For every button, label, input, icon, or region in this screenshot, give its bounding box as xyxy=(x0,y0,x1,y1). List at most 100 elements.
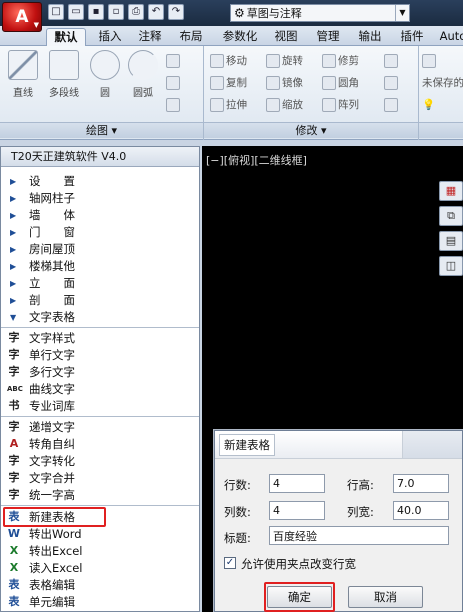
move-label: 移动 xyxy=(226,55,247,67)
mirror-button[interactable]: 镜像 xyxy=(266,74,303,92)
redo-icon[interactable]: ↷ xyxy=(168,4,184,20)
menu-item[interactable]: W 转出Word xyxy=(1,526,199,543)
layers-icon[interactable]: ⧉ xyxy=(439,206,463,226)
tab-view[interactable]: 视图 xyxy=(270,28,302,46)
tab-insert[interactable]: 插入 xyxy=(92,28,128,46)
item-label: 递增文字 xyxy=(29,420,75,434)
tab-annotate[interactable]: 注释 xyxy=(134,28,166,46)
menu-item[interactable]: 字单行文字 xyxy=(1,347,199,364)
viewport-controls[interactable]: [−][俯视][二维线框] xyxy=(206,152,307,168)
menu-item[interactable]: 字文字转化 xyxy=(1,453,199,470)
erase-button[interactable] xyxy=(384,52,400,70)
trim-button[interactable]: 修剪 xyxy=(322,52,359,70)
rotate-label: 旋转 xyxy=(282,55,303,67)
menu-category[interactable]: ▶ 房间屋顶 xyxy=(1,241,199,258)
layer-properties-button[interactable] xyxy=(422,52,438,70)
item-label: 文字合并 xyxy=(29,471,75,485)
saveas-icon[interactable]: ▫ xyxy=(108,4,124,20)
modify-panel-label[interactable]: 修改 ▾ xyxy=(204,122,418,138)
col-width-input[interactable] xyxy=(393,501,449,520)
dialog-header: 新建表格 xyxy=(215,431,462,459)
stretch-icon xyxy=(210,98,224,112)
tab-autodesk[interactable]: Auto xyxy=(438,28,463,46)
rows-input[interactable] xyxy=(269,474,325,493)
region-button[interactable] xyxy=(166,96,182,114)
circle-button[interactable]: 圆 xyxy=(88,50,122,99)
layer-icon xyxy=(422,54,436,68)
menu-category[interactable]: ▶ 门 窗 xyxy=(1,224,199,241)
curve-text-icon: ABC xyxy=(7,385,23,393)
stretch-button[interactable]: 拉伸 xyxy=(210,96,247,114)
draw-panel-label[interactable]: 绘图 ▾ xyxy=(0,122,203,138)
tab-output[interactable]: 输出 xyxy=(354,28,386,46)
layer-panel-label[interactable] xyxy=(419,122,463,138)
menu-item[interactable]: X 转出Excel xyxy=(1,543,199,560)
menu-item[interactable]: 书专业词库 xyxy=(1,398,199,415)
circle-label: 圆 xyxy=(100,88,110,99)
row-height-input[interactable] xyxy=(393,474,449,493)
cols-label: 列数: xyxy=(224,505,251,519)
rotate-icon xyxy=(266,54,280,68)
hatch-button[interactable] xyxy=(166,74,182,92)
menu-item[interactable]: A 转角自纠 xyxy=(1,436,199,453)
menu-item[interactable]: 字文字合并 xyxy=(1,470,199,487)
menu-category[interactable]: ▶ 楼梯其他 xyxy=(1,258,199,275)
menu-item[interactable]: ABC 曲线文字 xyxy=(1,381,199,398)
rotate-button[interactable]: 旋转 xyxy=(266,52,303,70)
array-button[interactable]: 阵列 xyxy=(322,96,359,114)
rectangle-button[interactable] xyxy=(166,52,182,70)
menu-category[interactable]: ▶ 墙 体 xyxy=(1,207,199,224)
menu-category[interactable]: ▶ 设 置 xyxy=(1,173,199,190)
cols-input[interactable] xyxy=(269,501,325,520)
copy-button[interactable]: 复制 xyxy=(210,74,247,92)
grid-icon[interactable]: ▦ xyxy=(439,181,463,201)
cancel-button[interactable]: 取消 xyxy=(348,586,423,608)
single-text-icon: 字 xyxy=(8,348,20,361)
chevron-down-icon: ▼ xyxy=(33,21,39,29)
polyline-button[interactable]: 多段线 xyxy=(44,50,84,99)
menu-category[interactable]: ▶ 剖 面 xyxy=(1,292,199,309)
explode-button[interactable] xyxy=(384,74,400,92)
polyline-label: 多段线 xyxy=(49,88,79,99)
workspace-selector[interactable]: ⚙ 草图与注释 ▼ xyxy=(230,4,410,22)
menu-item[interactable]: 字多行文字 xyxy=(1,364,199,381)
print-icon[interactable]: ⎙ xyxy=(128,4,144,20)
properties-icon[interactable]: ▤ xyxy=(439,231,463,251)
app-logo: A xyxy=(15,7,29,27)
menu-item[interactable]: 字递增文字 xyxy=(1,419,199,436)
undo-icon[interactable]: ↶ xyxy=(148,4,164,20)
polyline-icon xyxy=(49,50,79,80)
offset-button[interactable] xyxy=(384,96,400,114)
separator xyxy=(1,505,199,506)
line-icon xyxy=(8,50,38,80)
menu-item[interactable]: 字统一字高 xyxy=(1,487,199,504)
line-button[interactable]: 直线 xyxy=(6,50,40,99)
modify-panel-title: 修改 xyxy=(295,124,318,137)
tab-parametric[interactable]: 参数化 xyxy=(218,28,262,46)
fillet-button[interactable]: 圆角 xyxy=(322,74,359,92)
save-icon[interactable]: ▪ xyxy=(88,4,104,20)
scale-button[interactable]: 缩放 xyxy=(266,96,303,114)
menu-category[interactable]: ▶ 轴网柱子 xyxy=(1,190,199,207)
menu-item[interactable]: 表单元编辑 xyxy=(1,594,199,611)
open-icon[interactable]: ▭ xyxy=(68,4,84,20)
application-menu-button[interactable]: A ▼ xyxy=(2,2,42,32)
menu-category-expanded[interactable]: ▼ 文字表格 xyxy=(1,309,199,326)
menu-item[interactable]: X 读入Excel xyxy=(1,560,199,577)
tab-default[interactable]: 默认 xyxy=(46,28,86,46)
tab-plugins[interactable]: 插件 xyxy=(396,28,428,46)
arc-button[interactable]: 圆弧 xyxy=(126,50,160,99)
expand-arrow-icon: ▶ xyxy=(10,177,17,186)
new-icon[interactable]: □ xyxy=(48,4,64,20)
resize-checkbox[interactable]: ✓ xyxy=(224,557,236,569)
menu-item[interactable]: 表表格编辑 xyxy=(1,577,199,594)
title-input[interactable] xyxy=(269,526,449,545)
tab-manage[interactable]: 管理 xyxy=(312,28,344,46)
menu-category[interactable]: ▶ 立 面 xyxy=(1,275,199,292)
lightbulb-icon[interactable]: 💡 xyxy=(422,96,435,114)
menu-item[interactable]: 字文字样式 xyxy=(1,330,199,347)
tool-palette-icon[interactable]: ◫ xyxy=(439,256,463,276)
tab-layout[interactable]: 布局 xyxy=(174,28,208,46)
layer-state[interactable]: 未保存的 xyxy=(422,74,463,92)
move-button[interactable]: 移动 xyxy=(210,52,247,70)
